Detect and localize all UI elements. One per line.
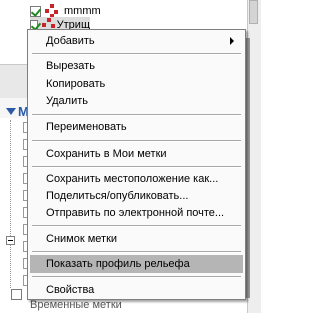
tree-item-label: mmmm: [64, 5, 101, 17]
menu-item-label: Отправить по электронной почте...: [46, 207, 225, 219]
menu-item-delete[interactable]: Удалить: [30, 92, 243, 110]
tree-item-checkbox[interactable]: [30, 5, 41, 17]
collapse-triangle-icon[interactable]: [6, 108, 16, 115]
panel-header-bar: [0, 64, 30, 102]
tree-connector: [10, 120, 11, 288]
menu-item-label: Сохранить местоположение как...: [46, 173, 219, 185]
menu-item-label: Снимок метки: [46, 233, 118, 245]
submenu-arrow-icon: [230, 37, 234, 45]
menu-item-label: Вырезать: [46, 60, 95, 72]
menu-separator: [32, 276, 241, 278]
bottom-item-checkbox[interactable]: [11, 289, 22, 300]
window-shadow: [246, 38, 250, 298]
context-menu: Добавить Вырезать Копировать Удалить Пер…: [27, 29, 246, 300]
menu-item-label: Добавить: [46, 35, 95, 47]
menu-separator: [32, 53, 241, 55]
scrollbar-thumb[interactable]: [249, 0, 258, 24]
route-icon: [45, 4, 59, 18]
menu-item-label: Свойства: [46, 284, 95, 296]
bottom-item-label: Временные метки: [30, 299, 122, 311]
menu-item-show-elevation-profile[interactable]: Показать профиль рельефа: [30, 255, 243, 273]
menu-item-save-place-as[interactable]: Сохранить местоположение как...: [30, 170, 243, 188]
menu-separator: [32, 140, 241, 142]
menu-item-add[interactable]: Добавить: [30, 32, 243, 50]
menu-item-share-publish[interactable]: Поделиться/опубликовать...: [30, 187, 243, 205]
menu-item-properties[interactable]: Свойства: [30, 281, 243, 299]
menu-item-label: Удалить: [46, 95, 88, 107]
menu-separator: [32, 225, 241, 227]
menu-item-email[interactable]: Отправить по электронной почте...: [30, 204, 243, 222]
menu-item-copy[interactable]: Копировать: [30, 75, 243, 93]
menu-item-label: Показать профиль рельефа: [46, 258, 190, 270]
menu-separator: [32, 166, 241, 168]
menu-item-label: Поделиться/опубликовать...: [46, 190, 189, 202]
menu-item-cut[interactable]: Вырезать: [30, 57, 243, 75]
menu-item-save-to-my-places[interactable]: Сохранить в Мои метки: [30, 145, 243, 163]
menu-item-snapshot[interactable]: Снимок метки: [30, 230, 243, 248]
menu-item-rename[interactable]: Переименовать: [30, 118, 243, 136]
menu-item-label: Переименовать: [46, 121, 127, 133]
menu-item-label: Копировать: [46, 78, 106, 90]
menu-item-label: Сохранить в Мои метки: [46, 148, 167, 160]
collapse-minus-icon[interactable]: [6, 236, 15, 245]
menu-separator: [32, 251, 241, 253]
menu-separator: [32, 114, 241, 116]
